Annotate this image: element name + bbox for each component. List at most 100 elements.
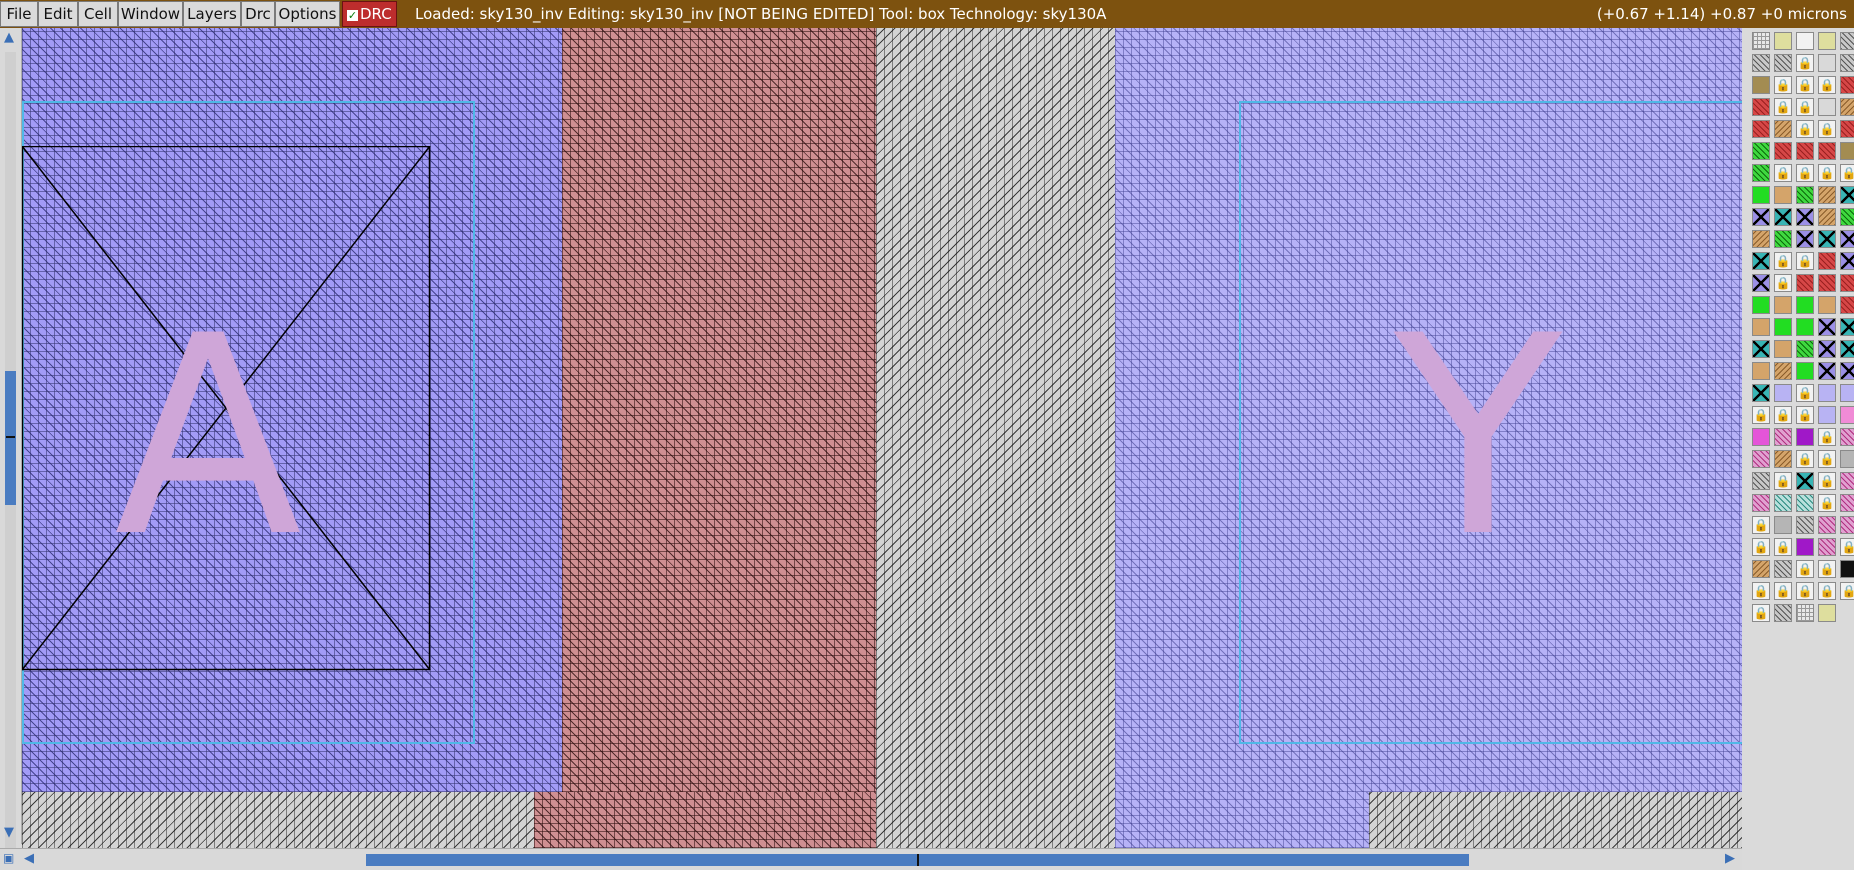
layer-swatch[interactable] [1752, 494, 1770, 512]
layer-swatch[interactable] [1840, 186, 1854, 204]
menu-layers[interactable]: Layers [183, 1, 241, 27]
layer-swatch[interactable]: 🔒 [1774, 252, 1792, 270]
menu-cell[interactable]: Cell [78, 1, 118, 27]
layer-swatch[interactable]: 🔒 [1796, 252, 1814, 270]
layer-swatch[interactable] [1818, 604, 1836, 622]
scroll-right-icon[interactable]: ▶ [1725, 852, 1735, 865]
layer-swatch[interactable] [1840, 384, 1854, 402]
layer-swatch[interactable] [1818, 98, 1836, 116]
layer-swatch[interactable] [1774, 384, 1792, 402]
layer-swatch[interactable] [1818, 54, 1836, 72]
layer-swatch[interactable] [1840, 362, 1854, 380]
layer-swatch[interactable] [1774, 296, 1792, 314]
layer-swatch[interactable] [1818, 362, 1836, 380]
menu-options[interactable]: Options [275, 1, 340, 27]
layer-swatch[interactable] [1752, 560, 1770, 578]
layer-swatch[interactable] [1796, 208, 1814, 226]
vertical-scroll-thumb[interactable] [5, 371, 16, 505]
layer-swatch[interactable] [1818, 142, 1836, 160]
layer-swatch[interactable] [1840, 406, 1854, 424]
layer-swatch[interactable]: 🔒 [1796, 164, 1814, 182]
layer-swatch[interactable]: 🔒 [1796, 98, 1814, 116]
layer-swatch[interactable]: 🔒 [1818, 120, 1836, 138]
layer-swatch[interactable] [1840, 32, 1854, 50]
layer-swatch[interactable] [1752, 32, 1770, 50]
layer-swatch[interactable] [1840, 120, 1854, 138]
menu-drc[interactable]: Drc [241, 1, 275, 27]
layer-swatch[interactable]: 🔒 [1774, 582, 1792, 600]
layer-swatch[interactable]: 🔒 [1840, 538, 1854, 556]
layer-swatch[interactable] [1774, 362, 1792, 380]
layer-swatch[interactable]: 🔒 [1752, 604, 1770, 622]
layer-swatch[interactable] [1752, 340, 1770, 358]
layer-swatch[interactable]: 🔒 [1752, 406, 1770, 424]
layer-swatch[interactable] [1818, 252, 1836, 270]
layer-swatch[interactable] [1752, 208, 1770, 226]
layer-swatch[interactable]: 🔒 [1774, 538, 1792, 556]
layer-swatch[interactable] [1774, 208, 1792, 226]
layer-swatch[interactable] [1840, 472, 1854, 490]
layer-swatch[interactable]: 🔒 [1796, 406, 1814, 424]
layer-swatch[interactable]: 🔒 [1774, 472, 1792, 490]
layer-swatch[interactable] [1752, 186, 1770, 204]
layer-swatch[interactable] [1774, 428, 1792, 446]
layer-swatch[interactable] [1818, 296, 1836, 314]
layer-swatch[interactable] [1840, 142, 1854, 160]
layer-swatch[interactable] [1796, 142, 1814, 160]
layer-swatch[interactable] [1818, 340, 1836, 358]
layer-swatch[interactable]: 🔒 [1752, 582, 1770, 600]
layer-swatch[interactable] [1796, 604, 1814, 622]
layer-swatch[interactable] [1774, 340, 1792, 358]
layer-swatch[interactable] [1818, 318, 1836, 336]
layer-swatch[interactable] [1752, 76, 1770, 94]
layer-swatch[interactable] [1752, 120, 1770, 138]
layer-swatch[interactable] [1796, 516, 1814, 534]
layer-swatch[interactable]: 🔒 [1774, 76, 1792, 94]
layer-swatch[interactable] [1818, 406, 1836, 424]
scroll-left-icon[interactable]: ◀ [24, 852, 34, 865]
layer-swatch[interactable] [1752, 164, 1770, 182]
layer-swatch[interactable] [1796, 472, 1814, 490]
layer-swatch[interactable]: 🔒 [1752, 538, 1770, 556]
menu-window[interactable]: Window [118, 1, 183, 27]
layer-swatch[interactable] [1840, 54, 1854, 72]
layer-swatch[interactable] [1840, 208, 1854, 226]
layer-swatch[interactable] [1818, 516, 1836, 534]
horizontal-scrollbar[interactable]: ▣ ◀ ▶ [0, 848, 1742, 870]
layer-swatch[interactable] [1818, 538, 1836, 556]
layer-swatch[interactable] [1774, 516, 1792, 534]
layer-swatch[interactable] [1752, 318, 1770, 336]
layer-swatch[interactable] [1796, 362, 1814, 380]
layer-swatch[interactable] [1818, 32, 1836, 50]
layer-swatch[interactable] [1840, 450, 1854, 468]
layer-swatch[interactable]: 🔒 [1818, 560, 1836, 578]
layout-canvas[interactable]: A Y [22, 28, 1742, 848]
layer-swatch[interactable]: 🔒 [1796, 560, 1814, 578]
layer-swatch[interactable] [1752, 450, 1770, 468]
scroll-up-icon[interactable]: ▲ [4, 31, 14, 44]
layer-swatch[interactable] [1752, 384, 1770, 402]
layer-swatch[interactable] [1840, 560, 1854, 578]
layer-swatch[interactable] [1796, 274, 1814, 292]
layer-swatch[interactable]: 🔒 [1796, 54, 1814, 72]
layer-swatch[interactable]: 🔒 [1818, 450, 1836, 468]
layer-swatch[interactable] [1818, 384, 1836, 402]
zoom-box-icon[interactable]: ▣ [3, 852, 14, 865]
layer-swatch[interactable]: 🔒 [1796, 450, 1814, 468]
layer-swatch[interactable] [1840, 296, 1854, 314]
layer-swatch[interactable]: 🔒 [1796, 582, 1814, 600]
layer-swatch[interactable]: 🔒 [1818, 428, 1836, 446]
layer-swatch[interactable]: 🔒 [1818, 494, 1836, 512]
layer-swatch[interactable] [1796, 230, 1814, 248]
drc-toggle-button[interactable]: ✓ DRC [342, 1, 397, 27]
layer-swatch[interactable]: 🔒 [1774, 274, 1792, 292]
layer-swatch[interactable] [1752, 252, 1770, 270]
layer-swatch[interactable]: 🔒 [1796, 76, 1814, 94]
port-label-a[interactable]: A [114, 300, 302, 575]
layer-swatch[interactable] [1818, 274, 1836, 292]
menu-file[interactable]: File [0, 1, 38, 27]
layer-swatch[interactable] [1818, 186, 1836, 204]
layer-swatch[interactable] [1796, 318, 1814, 336]
layer-swatch[interactable] [1752, 98, 1770, 116]
menu-edit[interactable]: Edit [38, 1, 78, 27]
